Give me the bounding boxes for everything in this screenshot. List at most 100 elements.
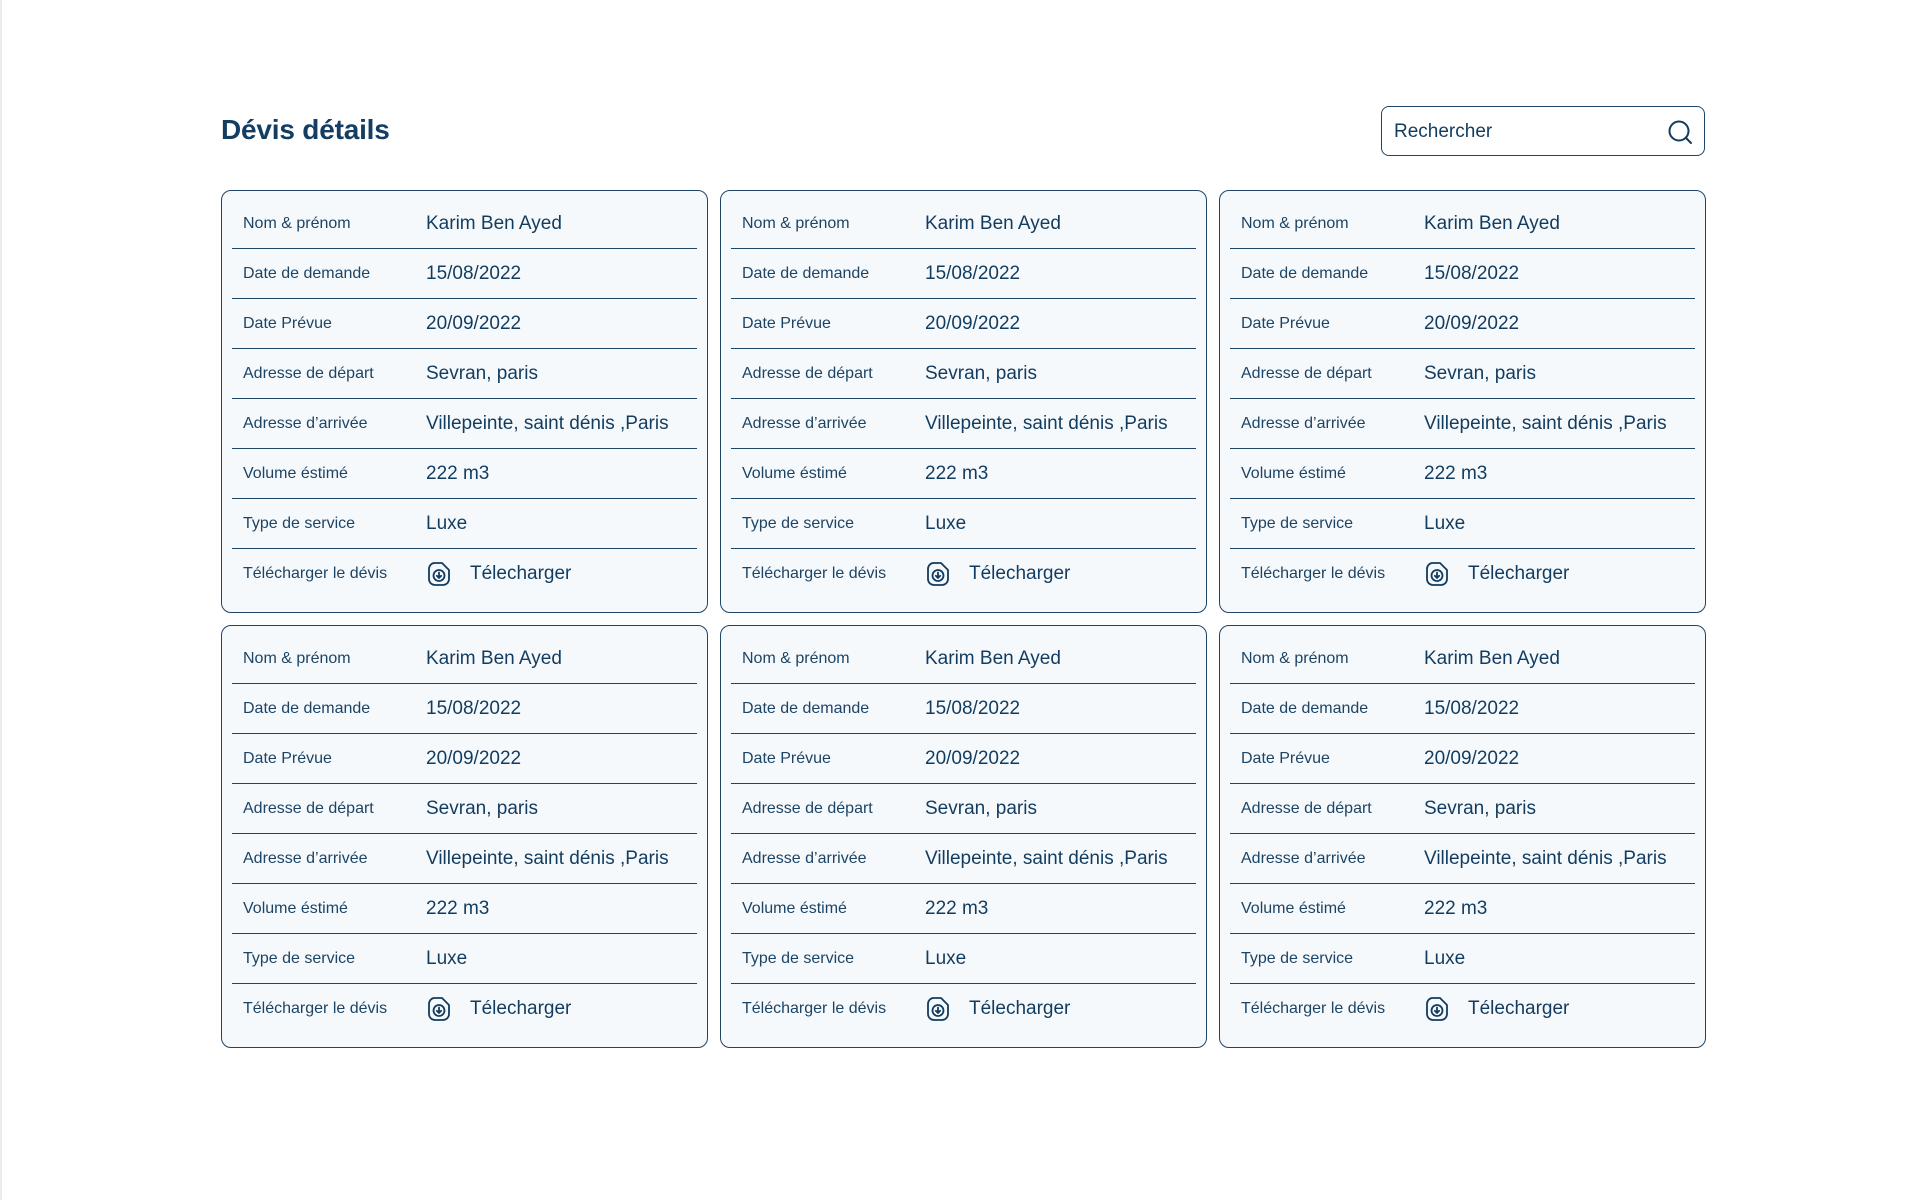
quote-card: Nom & prénom Karim Ben Ayed Date de deman…: [221, 190, 708, 613]
field-row-arrival-address: Adresse d’arrivée Villepeinte, saint déni…: [1230, 834, 1695, 884]
field-row-download: Télécharger le dévis Télecharger: [232, 549, 697, 598]
field-value-arrival-address: Villepeinte, saint dénis ,Paris: [426, 847, 669, 869]
field-value-volume: 222 m3: [1424, 897, 1488, 919]
download-quote-link[interactable]: Télecharger: [1424, 996, 1569, 1022]
field-row-volume: Volume éstimé 222 m3: [232, 449, 697, 499]
field-row-request-date: Date de demande 15/08/2022: [232, 249, 697, 299]
quote-card: Nom & prénom Karim Ben Ayed Date de deman…: [720, 190, 1207, 613]
quote-card: Nom & prénom Karim Ben Ayed Date de deman…: [720, 625, 1207, 1048]
field-label: Nom & prénom: [243, 214, 351, 232]
field-label: Date Prévue: [742, 314, 831, 332]
field-value-arrival-address: Villepeinte, saint dénis ,Paris: [1424, 847, 1667, 869]
search-input[interactable]: [1392, 107, 1656, 156]
field-label: Type de service: [742, 949, 855, 967]
field-value-planned-date: 20/09/2022: [426, 312, 522, 334]
field-row-name: Nom & prénom Karim Ben Ayed: [232, 634, 697, 684]
field-value-planned-date: 20/09/2022: [426, 747, 522, 769]
field-label: Type de service: [243, 949, 356, 967]
field-row-request-date: Date de demande 15/08/2022: [731, 249, 1196, 299]
field-label: Volume éstimé: [243, 899, 348, 917]
field-value-name: Karim Ben Ayed: [1424, 212, 1560, 234]
field-label: Adresse d’arrivée: [243, 414, 368, 432]
field-value-name: Karim Ben Ayed: [426, 647, 562, 669]
download-quote-link[interactable]: Télecharger: [426, 561, 571, 587]
quote-card: Nom & prénom Karim Ben Ayed Date de deman…: [1219, 190, 1706, 613]
field-row-service-type: Type de service Luxe: [1230, 934, 1695, 984]
field-row-name: Nom & prénom Karim Ben Ayed: [232, 199, 697, 249]
download-quote-link[interactable]: Télecharger: [1424, 561, 1569, 587]
field-row-request-date: Date de demande 15/08/2022: [1230, 249, 1695, 299]
search-box[interactable]: [1381, 106, 1705, 156]
download-link-label: Télecharger: [1468, 997, 1570, 1019]
field-row-volume: Volume éstimé 222 m3: [731, 449, 1196, 499]
field-label: Type de service: [243, 514, 356, 532]
field-value-name: Karim Ben Ayed: [925, 212, 1061, 234]
field-value-service-type: Luxe: [1424, 512, 1466, 534]
field-value-request-date: 15/08/2022: [426, 697, 522, 719]
page-edge-divider: [0, 0, 2, 1200]
field-row-volume: Volume éstimé 222 m3: [1230, 884, 1695, 934]
field-label: Adresse d’arrivée: [742, 414, 867, 432]
download-link-label: Télecharger: [969, 997, 1071, 1019]
field-label: Volume éstimé: [243, 464, 348, 482]
download-quote-link[interactable]: Télecharger: [925, 561, 1070, 587]
field-value-arrival-address: Villepeinte, saint dénis ,Paris: [925, 847, 1168, 869]
field-value-request-date: 15/08/2022: [925, 697, 1021, 719]
download-quote-link[interactable]: Télecharger: [426, 996, 571, 1022]
field-row-departure-address: Adresse de départ Sevran, paris: [232, 784, 697, 834]
field-label: Type de service: [1241, 949, 1354, 967]
field-label: Date de demande: [1241, 264, 1369, 282]
page-header: Dévis détails: [221, 103, 1705, 159]
field-label: Télécharger le dévis: [1241, 999, 1386, 1017]
field-label: Adresse d’arrivée: [742, 849, 867, 867]
download-file-icon: [428, 996, 450, 1021]
field-row-request-date: Date de demande 15/08/2022: [232, 684, 697, 734]
field-row-arrival-address: Adresse d’arrivée Villepeinte, saint déni…: [232, 399, 697, 449]
download-link-label: Télecharger: [470, 562, 572, 584]
field-label: Type de service: [1241, 514, 1354, 532]
field-value-request-date: 15/08/2022: [925, 262, 1021, 284]
field-label: Adresse d’arrivée: [1241, 414, 1366, 432]
field-value-arrival-address: Villepeinte, saint dénis ,Paris: [1424, 412, 1667, 434]
quote-card: Nom & prénom Karim Ben Ayed Date de deman…: [221, 625, 708, 1048]
field-row-download: Télécharger le dévis Télecharger: [232, 984, 697, 1033]
field-value-volume: 222 m3: [426, 462, 490, 484]
download-quote-link[interactable]: Télecharger: [925, 996, 1070, 1022]
field-value-name: Karim Ben Ayed: [925, 647, 1061, 669]
quote-card: Nom & prénom Karim Ben Ayed Date de deman…: [1219, 625, 1706, 1048]
field-label: Date Prévue: [1241, 749, 1330, 767]
field-label: Volume éstimé: [1241, 464, 1346, 482]
field-value-service-type: Luxe: [426, 512, 468, 534]
field-label: Télécharger le dévis: [742, 999, 887, 1017]
field-value-departure-address: Sevran, paris: [426, 362, 538, 384]
field-row-service-type: Type de service Luxe: [731, 934, 1196, 984]
field-row-download: Télécharger le dévis Télecharger: [1230, 984, 1695, 1033]
field-value-departure-address: Sevran, paris: [426, 797, 538, 819]
field-value-arrival-address: Villepeinte, saint dénis ,Paris: [426, 412, 669, 434]
field-row-arrival-address: Adresse d’arrivée Villepeinte, saint déni…: [1230, 399, 1695, 449]
field-value-volume: 222 m3: [925, 462, 989, 484]
field-label: Date Prévue: [742, 749, 831, 767]
field-value-name: Karim Ben Ayed: [426, 212, 562, 234]
page-title: Dévis détails: [221, 114, 390, 145]
field-row-name: Nom & prénom Karim Ben Ayed: [1230, 199, 1695, 249]
field-label: Date de demande: [1241, 699, 1369, 717]
field-label: Télécharger le dévis: [243, 564, 388, 582]
field-row-download: Télécharger le dévis Télecharger: [731, 549, 1196, 598]
field-label: Télécharger le dévis: [243, 999, 388, 1017]
field-value-service-type: Luxe: [925, 512, 967, 534]
download-file-icon: [927, 561, 949, 586]
field-value-departure-address: Sevran, paris: [925, 362, 1037, 384]
download-file-icon: [428, 561, 450, 586]
download-link-label: Télecharger: [969, 562, 1071, 584]
field-value-request-date: 15/08/2022: [1424, 697, 1520, 719]
field-label: Date Prévue: [243, 749, 332, 767]
field-label: Volume éstimé: [1241, 899, 1346, 917]
field-row-arrival-address: Adresse d’arrivée Villepeinte, saint déni…: [731, 399, 1196, 449]
field-row-volume: Volume éstimé 222 m3: [1230, 449, 1695, 499]
field-value-service-type: Luxe: [426, 947, 468, 969]
search-icon[interactable]: [1666, 118, 1694, 146]
field-row-planned-date: Date Prévue 20/09/2022: [731, 299, 1196, 349]
field-value-planned-date: 20/09/2022: [925, 747, 1021, 769]
field-row-download: Télécharger le dévis Télecharger: [1230, 549, 1695, 598]
